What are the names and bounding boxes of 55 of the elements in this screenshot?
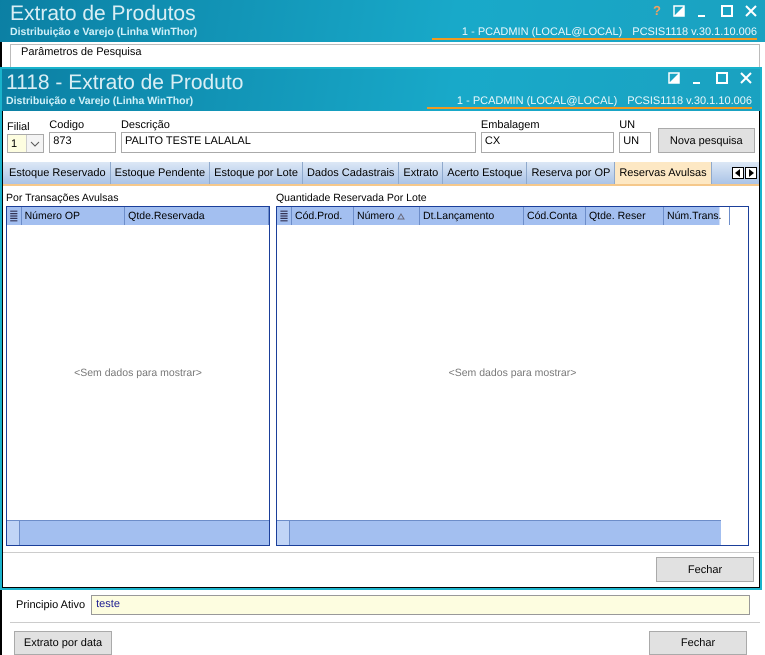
session-info: 1 - PCADMIN (LOCAL@LOCAL) [456,95,618,107]
input-field[interactable]: CX [480,132,614,153]
column-header[interactable]: Qtde. Reser [586,207,664,225]
maximize-icon[interactable] [721,4,733,16]
close-icon[interactable] [740,72,752,84]
field-label: UN [619,119,636,132]
chevron-down-icon [30,140,40,146]
close-button[interactable]: Fechar [656,557,754,582]
window-subtitle: Distribuição e Varejo (Linha WinThor) [6,95,194,107]
field-label: Codigo [49,119,86,132]
push-button[interactable]: Fechar [649,631,747,655]
tab[interactable]: Dados Cadastrais [302,162,400,184]
field-label: Filial [7,121,31,134]
column-header[interactable]: Cód.Prod. [292,207,354,225]
window-title: Extrato de Produtos [10,2,197,26]
column-header[interactable]: Núm.Trans. [664,207,730,225]
input-field[interactable]: 873 [49,132,116,153]
restore-icon[interactable] [673,4,685,16]
push-button[interactable]: Extrato por data [14,631,112,655]
tab[interactable]: Estoque Pendente [110,162,210,184]
field-label: Embalagem [480,119,541,132]
sort-ascending-icon [397,212,406,220]
field-label: Descrição [120,119,171,132]
grid-title: Por Transações Avulsas [6,191,120,206]
grid-title: Quantidade Reservada Por Lote [276,191,428,206]
session-info: 1 - PCADMIN (LOCAL@LOCAL) [462,26,622,38]
column-header[interactable]: Cód.Conta [524,207,586,225]
window-title: 1118 - Extrato de Produto [6,71,244,95]
input-field[interactable]: PALITO TESTE LALALAL [120,132,476,153]
scroll-left-icon[interactable] [732,167,744,179]
tab[interactable]: Estoque Reservado [5,162,111,184]
tab[interactable]: Estoque por Lote [210,162,303,184]
restore-icon[interactable] [668,72,680,84]
scroll-right-icon[interactable] [745,167,757,179]
version-info: PCSIS1118 v.30.1.10.006 [632,26,757,38]
column-header[interactable]: Número [354,207,420,225]
close-icon[interactable] [745,4,757,16]
tab[interactable]: Acerto Estoque [443,162,528,184]
column-menu-icon[interactable] [7,207,22,225]
column-header[interactable]: Dt.Lançamento [420,207,524,225]
input-field[interactable]: UN [619,132,651,153]
tab[interactable]: Extrato [399,162,444,184]
search-button[interactable]: Nova pesquisa [658,128,756,153]
input-field[interactable]: teste [91,595,750,615]
combo-box[interactable]: 1 [7,134,44,153]
maximize-icon[interactable] [716,72,728,84]
column-header[interactable]: Número OP [22,207,126,225]
empty-message: <Sem dados para mostrar> [448,366,576,378]
group-title: Parâmetros de Pesquisa [21,46,142,58]
empty-message: <Sem dados para mostrar> [74,366,202,378]
field-label: Principio Ativo [16,599,86,611]
version-info: PCSIS1118 v.30.1.10.006 [627,95,752,107]
column-header[interactable]: Qtde.Reservada [125,207,269,225]
tab[interactable]: Reservas Avulsas [615,162,712,184]
window-subtitle: Distribuição e Varejo (Linha WinThor) [10,26,198,38]
